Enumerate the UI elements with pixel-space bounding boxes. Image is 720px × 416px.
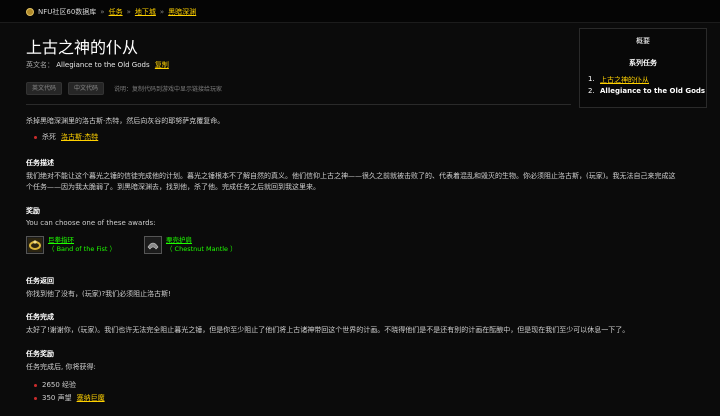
reward-list: 巨拳指环 （ Band of the Fist ） 栗壳护肩 （ Chestnu… (26, 236, 237, 254)
site-logo-icon (26, 8, 34, 16)
description-heading: 任务描述 (26, 159, 54, 167)
rewards-choose-text: You can choose one of these awards: (26, 219, 156, 227)
quest-reward-intro: 任务完成后, 你将获得: (26, 363, 96, 371)
page-title: 上古之神的仆从 (26, 38, 139, 57)
reputation-bullet: 350 声望 塞纳巨魔 (34, 393, 105, 403)
breadcrumb-item-quests[interactable]: 任务 (109, 7, 123, 17)
copy-link[interactable]: 复制 (155, 61, 169, 69)
breadcrumb-item-blackfathom[interactable]: 黑暗深渊 (168, 7, 196, 17)
english-name: Allegiance to the Old Gods (56, 61, 150, 69)
rewards-heading: 奖励 (26, 207, 40, 215)
english-name-row: 英文名： Allegiance to the Old Gods 复制 (26, 60, 169, 70)
reputation-prefix: 350 声望 (42, 394, 72, 402)
reward-item[interactable]: 巨拳指环 （ Band of the Fist ） (26, 236, 116, 254)
ring-icon (26, 236, 44, 254)
complete-text: 太好了!谢谢你，(玩家)。我们也许无法完全阻止暮光之锤，但是你至少阻止了他们将上… (26, 326, 630, 334)
breadcrumb: NFU社区60数据库 » 任务 » 地下城 » 黑暗深渊 (26, 6, 196, 18)
summary-title: 概要 (636, 37, 650, 45)
chinese-code-button[interactable]: 中文代码 (68, 82, 105, 95)
bullet-dot-icon (34, 383, 37, 387)
quest-reward-heading: 任务奖励 (26, 350, 54, 358)
xp-text: 2650 经验 (42, 381, 77, 389)
xp-bullet: 2650 经验 (34, 380, 76, 390)
reward-item[interactable]: 栗壳护肩 （ Chestnut Mantle ） (143, 236, 237, 254)
reward-name[interactable]: 巨拳指环 (48, 236, 116, 245)
series-current: Allegiance to the Old Gods (600, 87, 706, 95)
breadcrumb-separator: » (100, 8, 105, 16)
code-note: 说明：复制代码到游戏中显示链接给玩家 (114, 86, 223, 93)
series-item: 1. 上古之神的仆从 (588, 75, 705, 87)
shoulder-icon (143, 236, 162, 254)
breadcrumb-home[interactable]: NFU社区60数据库 (38, 7, 96, 17)
top-bar: NFU社区60数据库 » 任务 » 地下城 » 黑暗深渊 (0, 0, 720, 23)
series-item: 2. Allegiance to the Old Gods (588, 87, 705, 99)
objective-prefix: 杀死 (42, 133, 56, 141)
english-code-button[interactable]: 英文代码 (26, 82, 63, 95)
objective-bullet: 杀死 洛古斯·杰特 (34, 132, 98, 142)
summary-panel: 概要 系列任务 1. 上古之神的仆从 2. Allegiance to the … (579, 28, 707, 108)
breadcrumb-separator: » (159, 8, 165, 16)
series-number: 1. (588, 75, 595, 83)
bullet-dot-icon (34, 396, 37, 400)
series-title: 系列任务 (629, 59, 657, 67)
english-name-label: 英文名： (26, 61, 54, 69)
return-heading: 任务返回 (26, 277, 54, 285)
complete-heading: 任务完成 (26, 313, 54, 321)
reward-english-name: （ Band of the Fist ） (48, 245, 116, 253)
faction-link[interactable]: 塞纳巨魔 (77, 393, 105, 403)
return-text: 你找到他了没有，(玩家)?我们必须阻止洛古斯! (26, 290, 171, 298)
breadcrumb-separator: » (126, 8, 131, 16)
bullet-dot-icon (34, 135, 37, 139)
breadcrumb-item-dungeon[interactable]: 地下城 (135, 7, 156, 17)
series-list: 1. 上古之神的仆从 2. Allegiance to the Old Gods (588, 75, 705, 99)
reward-name[interactable]: 栗壳护肩 (166, 236, 237, 245)
npc-link[interactable]: 洛古斯·杰特 (61, 132, 98, 142)
description-line: 我们绝对不能让这个暮光之锤的信徒完成他的计划。暮光之锤根本不了解自然的真义。他们… (26, 172, 676, 180)
objective-text: 杀掉黑暗深渊里的洛古斯·杰特，然后向灰谷的耶努萨克覆复命。 (26, 117, 225, 125)
code-button-row: 英文代码 中文代码 说明：复制代码到游戏中显示链接给玩家 (26, 82, 222, 95)
divider (26, 104, 571, 105)
series-link[interactable]: 上古之神的仆从 (600, 75, 649, 87)
series-number: 2. (588, 87, 595, 95)
description-line: 个任务——因为我太脆弱了。到黑暗深渊去，找到他，杀了他。完成任务之后就回到我这里… (26, 183, 320, 191)
reward-english-name: （ Chestnut Mantle ） (165, 245, 237, 253)
